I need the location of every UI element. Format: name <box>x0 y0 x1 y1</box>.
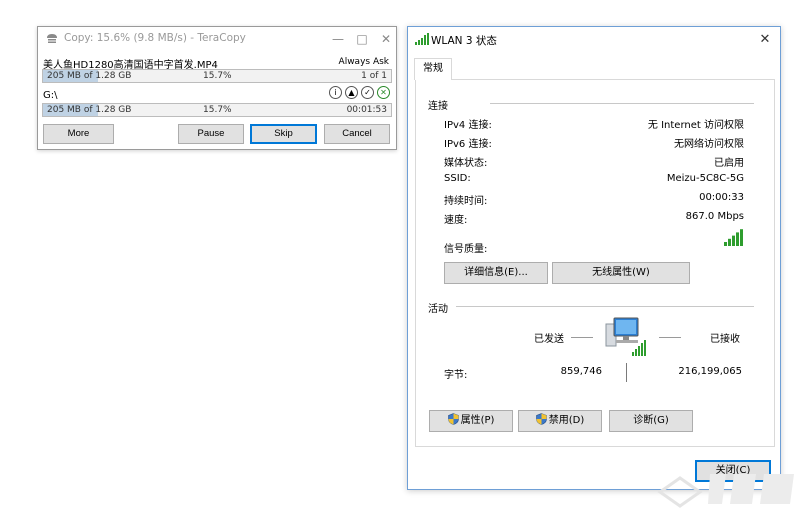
pause-button[interactable]: Pause <box>178 124 244 144</box>
wlan-status-dialog: WLAN 3 状态 ✕ 常规 连接 IPv4 连接: 无 Internet 访问… <box>407 26 781 490</box>
teracopy-title: Copy: 15.6% (9.8 MB/s) - TeraCopy <box>64 32 246 44</box>
maximize-icon[interactable]: □ <box>350 30 374 48</box>
connection-heading: 连接 <box>428 101 448 112</box>
total-progress-bar: 205 MB of 1.28 GB 15.7% 00:01:53 <box>42 103 392 117</box>
more-button[interactable]: More <box>43 124 114 144</box>
bytes-separator <box>626 363 627 382</box>
eject-icon[interactable]: ▲ <box>345 86 358 99</box>
info-icon[interactable]: i <box>329 86 342 99</box>
file-progress-size: 205 MB of 1.28 GB <box>47 71 132 81</box>
disable-button[interactable]: 禁用(D) <box>518 410 602 432</box>
signal-bar <box>732 235 735 246</box>
media-state-label: 媒体状态: <box>444 158 488 169</box>
teracopy-app-icon <box>47 34 57 43</box>
watermark-logo <box>657 474 794 508</box>
disable-button-label: 禁用(D) <box>548 415 585 426</box>
bytes-received-value: 216,199,065 <box>678 366 742 377</box>
duration-row: 持续时间: 00:00:33 <box>444 192 744 207</box>
signal-bar <box>740 229 743 246</box>
signal-row: 信号质量: <box>444 229 744 255</box>
total-progress-size: 205 MB of 1.28 GB <box>47 105 132 115</box>
activity-heading: 活动 <box>428 304 448 315</box>
cancel-button[interactable]: Cancel <box>324 124 390 144</box>
signal-bar <box>736 232 739 246</box>
received-label: 已接收 <box>710 334 740 345</box>
network-computer-icon <box>605 317 646 356</box>
ipv6-label: IPv6 连接: <box>444 139 492 150</box>
close-icon[interactable]: ✕ <box>754 30 776 50</box>
minimize-icon[interactable]: — <box>326 30 350 48</box>
file-progress-bar: 205 MB of 1.28 GB 15.7% 1 of 1 <box>42 69 392 83</box>
media-state-row: 媒体状态: 已启用 <box>444 154 744 169</box>
wifi-signal-icon <box>415 33 429 45</box>
ipv6-value: 无网络访问权限 <box>674 139 744 150</box>
media-state-value: 已启用 <box>714 158 744 169</box>
on-exist-mode[interactable]: Always Ask <box>339 57 389 67</box>
signal-strength-icon <box>724 229 743 246</box>
properties-button-label: 属性(P) <box>460 415 495 426</box>
speed-label: 速度: <box>444 215 468 226</box>
ipv6-row: IPv6 连接: 无网络访问权限 <box>444 135 744 150</box>
teracopy-titlebar[interactable]: Copy: 15.6% (9.8 MB/s) - TeraCopy — □ ✕ <box>38 27 396 51</box>
file-progress-percent: 15.7% <box>203 71 232 81</box>
wlan-titlebar[interactable]: WLAN 3 状态 ✕ <box>408 27 780 53</box>
ssid-row: SSID: Meizu-5C8C-5G <box>444 173 744 187</box>
wireless-properties-button[interactable]: 无线属性(W) <box>552 262 690 284</box>
signal-bar <box>728 238 731 246</box>
diagnose-button[interactable]: 诊断(G) <box>609 410 693 432</box>
signal-label: 信号质量: <box>444 244 488 255</box>
ssid-value: Meizu-5C8C-5G <box>666 173 744 184</box>
ssid-label: SSID: <box>444 173 471 184</box>
signal-bar <box>724 242 727 246</box>
ipv4-value: 无 Internet 访问权限 <box>647 120 744 131</box>
duration-value: 00:00:33 <box>699 192 744 203</box>
ipv4-label: IPv4 连接: <box>444 120 492 131</box>
total-progress-time: 00:01:53 <box>346 105 387 115</box>
activity-divider <box>456 306 754 307</box>
speed-row: 速度: 867.0 Mbps <box>444 211 744 226</box>
bytes-sent-value: 859,746 <box>560 366 602 377</box>
wlan-title: WLAN 3 状态 <box>431 35 497 47</box>
check-icon[interactable]: ✓ <box>361 86 374 99</box>
ipv4-row: IPv4 连接: 无 Internet 访问权限 <box>444 116 744 131</box>
close-icon[interactable]: ✕ <box>374 30 398 48</box>
total-progress-percent: 15.7% <box>203 105 232 115</box>
received-line <box>659 337 681 338</box>
bytes-label: 字节: <box>444 370 468 381</box>
teracopy-window: Copy: 15.6% (9.8 MB/s) - TeraCopy — □ ✕ … <box>37 26 397 150</box>
file-progress-count: 1 of 1 <box>361 71 387 81</box>
speed-value: 867.0 Mbps <box>685 211 744 222</box>
shield-icon <box>447 413 459 425</box>
details-button[interactable]: 详细信息(E)... <box>444 262 548 284</box>
tab-general[interactable]: 常规 <box>414 58 452 80</box>
sent-label: 已发送 <box>534 334 564 345</box>
cancel-circle-icon[interactable]: ✕ <box>377 86 390 99</box>
duration-label: 持续时间: <box>444 196 488 207</box>
sent-line <box>571 337 593 338</box>
verify-toolbar: i ▲ ✓ ✕ <box>329 86 390 99</box>
shield-icon <box>535 413 547 425</box>
properties-button[interactable]: 属性(P) <box>429 410 513 432</box>
skip-button[interactable]: Skip <box>250 124 317 144</box>
general-panel: 连接 IPv4 连接: 无 Internet 访问权限 IPv6 连接: 无网络… <box>415 79 775 447</box>
connection-divider <box>490 103 754 104</box>
destination-path: G:\ <box>43 90 58 101</box>
